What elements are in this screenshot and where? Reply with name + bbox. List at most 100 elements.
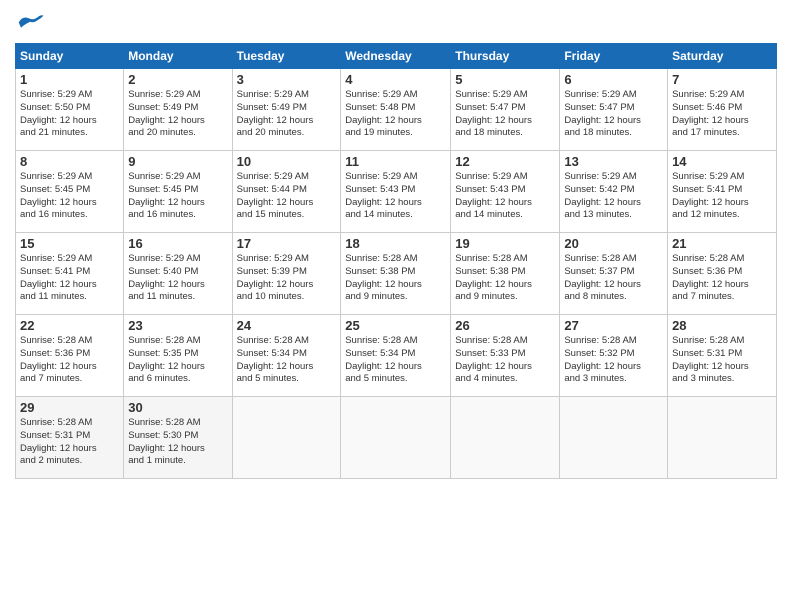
calendar-header-row: SundayMondayTuesdayWednesdayThursdayFrid… [16,44,777,69]
calendar-cell: 9 Sunrise: 5:29 AM Sunset: 5:45 PM Daylig… [124,151,232,233]
day-info: Sunrise: 5:28 AM Sunset: 5:30 PM Dayligh… [128,417,227,468]
calendar-week-row: 29 Sunrise: 5:28 AM Sunset: 5:31 PM Dayli… [16,397,777,479]
calendar-week-row: 8 Sunrise: 5:29 AM Sunset: 5:45 PM Daylig… [16,151,777,233]
calendar-cell: 5 Sunrise: 5:29 AM Sunset: 5:47 PM Daylig… [451,69,560,151]
day-number: 13 [564,154,663,169]
day-info: Sunrise: 5:28 AM Sunset: 5:38 PM Dayligh… [455,253,555,304]
day-number: 27 [564,318,663,333]
calendar-week-row: 1 Sunrise: 5:29 AM Sunset: 5:50 PM Daylig… [16,69,777,151]
day-number: 10 [237,154,337,169]
day-info: Sunrise: 5:29 AM Sunset: 5:47 PM Dayligh… [455,89,555,140]
calendar-cell: 29 Sunrise: 5:28 AM Sunset: 5:31 PM Dayli… [16,397,124,479]
weekday-header: Wednesday [341,44,451,69]
day-number: 6 [564,72,663,87]
calendar-cell: 21 Sunrise: 5:28 AM Sunset: 5:36 PM Dayli… [668,233,777,315]
day-number: 3 [237,72,337,87]
calendar-cell: 6Sunrise: 5:29 AM Sunset: 5:47 PM Daylig… [560,69,668,151]
day-info: Sunrise: 5:28 AM Sunset: 5:36 PM Dayligh… [20,335,119,386]
calendar-cell: 1 Sunrise: 5:29 AM Sunset: 5:50 PM Daylig… [16,69,124,151]
day-number: 28 [672,318,772,333]
day-number: 9 [128,154,227,169]
day-info: Sunrise: 5:29 AM Sunset: 5:40 PM Dayligh… [128,253,227,304]
page: SundayMondayTuesdayWednesdayThursdayFrid… [0,0,792,612]
day-number: 30 [128,400,227,415]
calendar-cell: 26 Sunrise: 5:28 AM Sunset: 5:33 PM Dayli… [451,315,560,397]
day-info: Sunrise: 5:29 AM Sunset: 5:49 PM Dayligh… [128,89,227,140]
day-number: 29 [20,400,119,415]
day-info: Sunrise: 5:29 AM Sunset: 5:50 PM Dayligh… [20,89,119,140]
day-info: Sunrise: 5:29 AM Sunset: 5:43 PM Dayligh… [345,171,446,222]
day-info: Sunrise: 5:29 AM Sunset: 5:41 PM Dayligh… [672,171,772,222]
day-info: Sunrise: 5:29 AM Sunset: 5:44 PM Dayligh… [237,171,337,222]
logo [15,10,47,35]
day-number: 4 [345,72,446,87]
calendar-cell: 22Sunrise: 5:28 AM Sunset: 5:36 PM Dayli… [16,315,124,397]
weekday-header: Saturday [668,44,777,69]
day-info: Sunrise: 5:29 AM Sunset: 5:45 PM Dayligh… [128,171,227,222]
day-info: Sunrise: 5:28 AM Sunset: 5:36 PM Dayligh… [672,253,772,304]
day-info: Sunrise: 5:28 AM Sunset: 5:32 PM Dayligh… [564,335,663,386]
day-number: 2 [128,72,227,87]
day-number: 24 [237,318,337,333]
calendar-cell: 8 Sunrise: 5:29 AM Sunset: 5:45 PM Daylig… [16,151,124,233]
calendar-cell [451,397,560,479]
day-info: Sunrise: 5:28 AM Sunset: 5:35 PM Dayligh… [128,335,227,386]
day-info: Sunrise: 5:29 AM Sunset: 5:39 PM Dayligh… [237,253,337,304]
day-number: 11 [345,154,446,169]
day-number: 18 [345,236,446,251]
day-info: Sunrise: 5:28 AM Sunset: 5:31 PM Dayligh… [20,417,119,468]
calendar-cell: 7Sunrise: 5:29 AM Sunset: 5:46 PM Daylig… [668,69,777,151]
day-info: Sunrise: 5:28 AM Sunset: 5:31 PM Dayligh… [672,335,772,386]
calendar-cell: 11 Sunrise: 5:29 AM Sunset: 5:43 PM Dayli… [341,151,451,233]
weekday-header: Thursday [451,44,560,69]
weekday-header: Friday [560,44,668,69]
calendar-cell: 17 Sunrise: 5:29 AM Sunset: 5:39 PM Dayli… [232,233,341,315]
day-info: Sunrise: 5:29 AM Sunset: 5:45 PM Dayligh… [20,171,119,222]
day-info: Sunrise: 5:29 AM Sunset: 5:46 PM Dayligh… [672,89,772,140]
day-info: Sunrise: 5:29 AM Sunset: 5:42 PM Dayligh… [564,171,663,222]
calendar-cell: 14 Sunrise: 5:29 AM Sunset: 5:41 PM Dayli… [668,151,777,233]
day-info: Sunrise: 5:28 AM Sunset: 5:37 PM Dayligh… [564,253,663,304]
day-number: 26 [455,318,555,333]
day-number: 15 [20,236,119,251]
day-number: 23 [128,318,227,333]
calendar-cell: 4Sunrise: 5:29 AM Sunset: 5:48 PM Daylig… [341,69,451,151]
calendar-cell: 23 Sunrise: 5:28 AM Sunset: 5:35 PM Dayli… [124,315,232,397]
day-number: 19 [455,236,555,251]
calendar-cell: 12Sunrise: 5:29 AM Sunset: 5:43 PM Dayli… [451,151,560,233]
day-info: Sunrise: 5:29 AM Sunset: 5:49 PM Dayligh… [237,89,337,140]
day-number: 21 [672,236,772,251]
weekday-header: Tuesday [232,44,341,69]
calendar-cell [668,397,777,479]
calendar-cell: 3 Sunrise: 5:29 AM Sunset: 5:49 PM Daylig… [232,69,341,151]
calendar-cell [560,397,668,479]
calendar-cell: 20 Sunrise: 5:28 AM Sunset: 5:37 PM Dayli… [560,233,668,315]
day-number: 1 [20,72,119,87]
calendar-week-row: 15Sunrise: 5:29 AM Sunset: 5:41 PM Dayli… [16,233,777,315]
day-number: 14 [672,154,772,169]
logo-icon [15,10,45,35]
day-info: Sunrise: 5:28 AM Sunset: 5:33 PM Dayligh… [455,335,555,386]
weekday-header: Monday [124,44,232,69]
day-number: 17 [237,236,337,251]
day-info: Sunrise: 5:28 AM Sunset: 5:38 PM Dayligh… [345,253,446,304]
day-info: Sunrise: 5:28 AM Sunset: 5:34 PM Dayligh… [345,335,446,386]
day-number: 12 [455,154,555,169]
header [15,10,777,35]
weekday-header: Sunday [16,44,124,69]
day-number: 20 [564,236,663,251]
day-number: 5 [455,72,555,87]
day-number: 16 [128,236,227,251]
calendar-cell: 18 Sunrise: 5:28 AM Sunset: 5:38 PM Dayli… [341,233,451,315]
calendar-cell: 19 Sunrise: 5:28 AM Sunset: 5:38 PM Dayli… [451,233,560,315]
calendar-cell: 15Sunrise: 5:29 AM Sunset: 5:41 PM Dayli… [16,233,124,315]
calendar-cell: 28 Sunrise: 5:28 AM Sunset: 5:31 PM Dayli… [668,315,777,397]
calendar-cell [232,397,341,479]
day-number: 8 [20,154,119,169]
calendar-cell: 16 Sunrise: 5:29 AM Sunset: 5:40 PM Dayli… [124,233,232,315]
calendar-week-row: 22Sunrise: 5:28 AM Sunset: 5:36 PM Dayli… [16,315,777,397]
day-info: Sunrise: 5:28 AM Sunset: 5:34 PM Dayligh… [237,335,337,386]
calendar-cell: 10 Sunrise: 5:29 AM Sunset: 5:44 PM Dayli… [232,151,341,233]
calendar-cell [341,397,451,479]
calendar-cell: 30 Sunrise: 5:28 AM Sunset: 5:30 PM Dayli… [124,397,232,479]
